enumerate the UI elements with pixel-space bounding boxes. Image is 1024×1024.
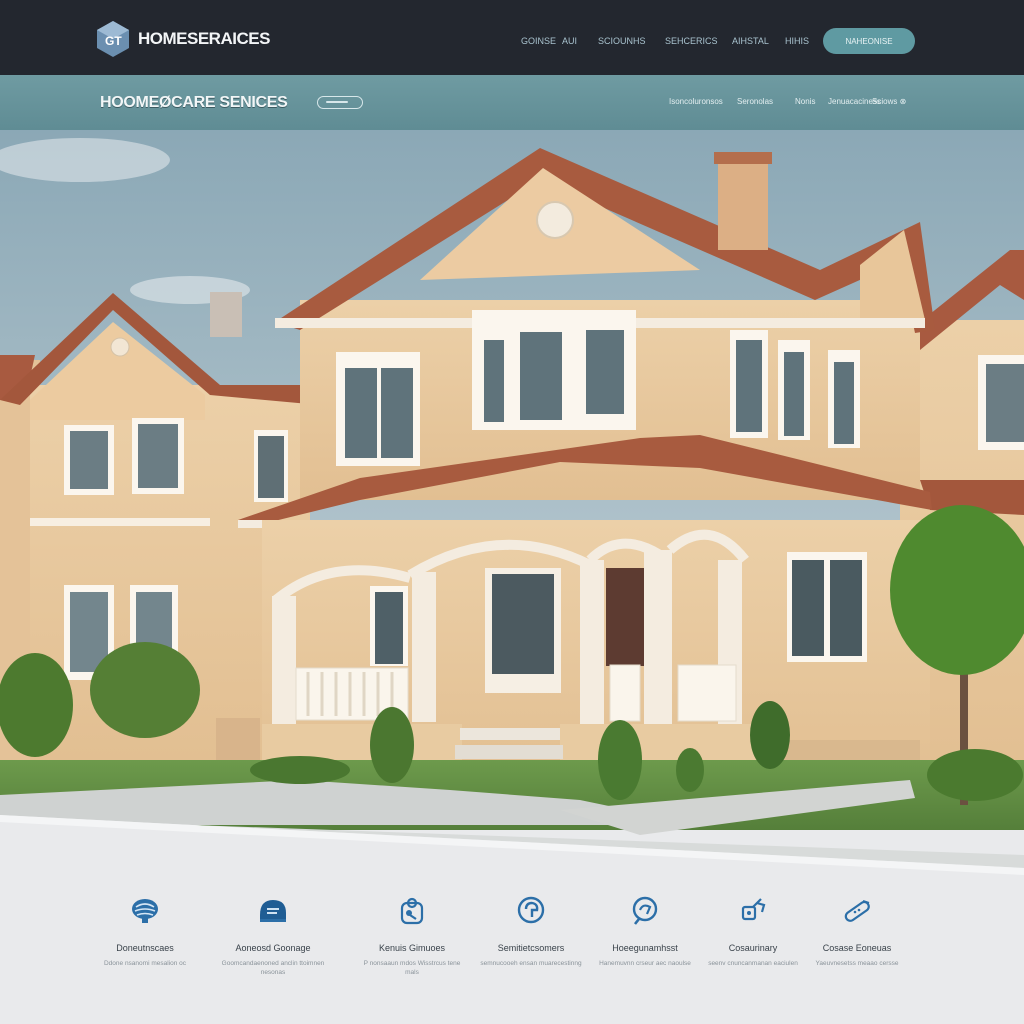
feature-title: Cosaurinary <box>728 943 778 953</box>
logo-house-icon: GT <box>97 21 129 57</box>
feature-title: Hoeegunamhsst <box>612 943 678 953</box>
cta-button[interactable]: NAHEONISE <box>823 28 915 54</box>
svg-text:GT: GT <box>105 34 122 48</box>
feature-card[interactable]: Cosase Eoneuas Yaeuvnesetss meaao cersse <box>802 895 912 968</box>
feature-card[interactable]: Cosaurinary seenv cnuncanmanan eaciulen <box>698 895 808 968</box>
medical-search-icon <box>632 896 658 925</box>
tools-icon <box>741 898 766 921</box>
top-nav-item[interactable]: HIHIS <box>785 36 809 46</box>
hand-care-icon <box>400 897 424 925</box>
top-nav-item[interactable]: SCIOUNHS <box>598 36 646 46</box>
feature-title: Semitietcsomers <box>497 943 565 953</box>
site-title: HOOMEØCARE SENICES <box>100 94 288 111</box>
sub-nav-item[interactable]: Isoncoluronsos <box>669 97 723 106</box>
search-pill-input[interactable] <box>317 96 363 109</box>
feature-title: Doneutnscaes <box>116 943 174 953</box>
ear-icon <box>517 896 545 924</box>
top-nav-item[interactable]: AUI <box>562 36 577 46</box>
sub-nav-item[interactable]: Sciows ⊗ <box>872 97 906 106</box>
feature-description: semnucooeh ensan muarecestinng <box>480 960 582 967</box>
feature-description: Hanemuvnn crseur aec naoulse <box>599 960 691 967</box>
feature-description: seenv cnuncanmanan eaciulen <box>708 960 798 967</box>
feature-title: Kenuis Gimuoes <box>378 943 446 953</box>
top-nav-item[interactable]: AIHSTAL <box>732 36 769 46</box>
bandage-icon <box>844 900 870 922</box>
logo[interactable]: GT HOMESERAICES <box>96 20 270 58</box>
feature-description: Ddone nsanomi mesalion oc <box>103 960 187 967</box>
hero-house-image <box>0 130 1024 870</box>
feature-description: Yaeuvnesetss meaao cersse <box>815 960 899 967</box>
top-nav-item[interactable]: SEHCERICS <box>665 36 718 46</box>
top-nav-item[interactable]: GOINSE <box>521 36 556 46</box>
sub-nav-item[interactable]: Nonis <box>795 97 815 106</box>
feature-card[interactable]: Semitietcsomers semnucooeh ensan muarece… <box>476 895 586 968</box>
feature-card[interactable]: Aoneosd Goonage Goomcandaenoned anclin t… <box>218 895 328 977</box>
sub-nav-item[interactable]: Seronolas <box>737 97 773 106</box>
brain-icon <box>132 899 158 923</box>
feature-title: Aoneosd Goonage <box>235 943 311 953</box>
feature-description: P nonsaaun mdos Wisstrcus tene mals <box>363 960 461 976</box>
feature-title: Cosase Eoneuas <box>822 943 892 953</box>
helmet-icon <box>260 900 286 922</box>
feature-description: Goomcandaenoned anclin ttoimnen nesonas <box>221 960 325 976</box>
feature-card[interactable]: Kenuis Gimuoes P nonsaaun mdos Wisstrcus… <box>357 895 467 977</box>
feature-card[interactable]: Doneutnscaes Ddone nsanomi mesalion oc <box>90 895 200 968</box>
feature-card[interactable]: Hoeegunamhsst Hanemuvnn crseur aec naoul… <box>590 895 700 968</box>
logo-text: HOMESERAICES <box>138 29 270 48</box>
